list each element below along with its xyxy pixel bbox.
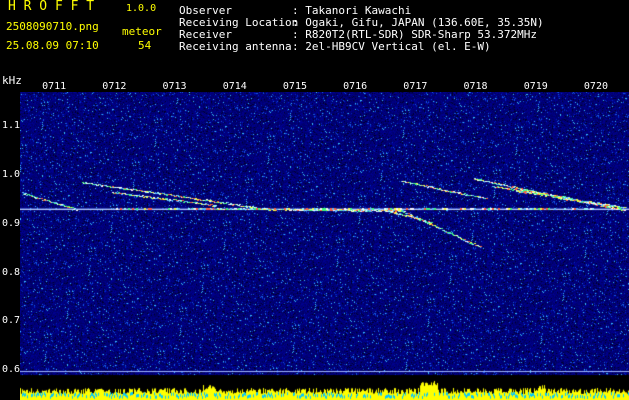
datetime: 25.08.09 07:10	[6, 39, 99, 52]
x-tick-label: 0711	[42, 81, 67, 92]
meteor-count: 54	[138, 39, 152, 52]
y-tick-label: 1.0	[2, 168, 21, 180]
y-axis-label: kHz	[2, 74, 22, 87]
y-tick-label: 0.7	[2, 315, 21, 327]
x-tick-label: 0716	[343, 81, 368, 92]
x-tick-label: 0713	[162, 81, 187, 92]
station-info-values: : Takanori Kawachi : Ogaki, Gifu, JAPAN …	[292, 4, 544, 53]
hrofft-display: { "header": { "app_title": "H R O F F T"…	[0, 0, 629, 400]
x-tick-label: 0718	[463, 81, 488, 92]
app-title: H R O F F T	[8, 0, 95, 14]
meteor-label: meteor	[122, 25, 162, 38]
x-tick-label: 0714	[222, 81, 247, 92]
x-tick-label: 0720	[583, 81, 608, 92]
file-name: 2508090710.png	[6, 20, 99, 33]
x-tick-label: 0717	[403, 81, 428, 92]
app-version: 1.0.0	[126, 3, 157, 14]
y-tick-label: 0.6	[2, 364, 21, 376]
x-tick-label: 0712	[102, 81, 127, 92]
y-tick-label: 0.9	[2, 217, 21, 229]
y-tick-label: 1.1	[2, 120, 21, 132]
y-tick-label: 0.8	[2, 266, 21, 278]
x-tick-label: 0719	[523, 81, 548, 92]
x-tick-label: 0715	[282, 81, 307, 92]
spectrogram-canvas	[20, 92, 629, 400]
station-info-keys: Observer Receiving Location Receiver Rec…	[179, 4, 299, 53]
